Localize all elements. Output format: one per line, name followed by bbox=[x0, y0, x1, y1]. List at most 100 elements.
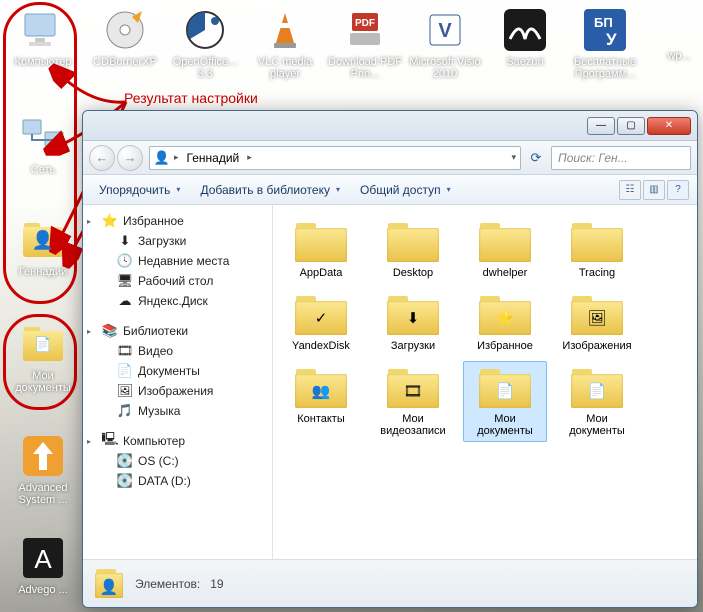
desktop-icon-openoffice[interactable]: OpenOffice... 3.3 bbox=[166, 6, 244, 80]
help-button[interactable]: ? bbox=[667, 180, 689, 200]
nav-item[interactable]: ⬇Загрузки bbox=[83, 231, 272, 251]
desktop-label: OpenOffice... 3.3 bbox=[166, 56, 244, 80]
app-icon: A bbox=[19, 534, 67, 582]
share-button[interactable]: Общий доступ bbox=[352, 180, 459, 200]
downloads-icon: ⬇ bbox=[117, 233, 133, 249]
maximize-button[interactable]: ▢ bbox=[617, 117, 645, 135]
add-to-library-button[interactable]: Добавить в библиотеку bbox=[192, 180, 348, 200]
svg-text:У: У bbox=[606, 30, 617, 49]
desktop-label: Бесплатные Программ... bbox=[566, 56, 644, 80]
folder-icon: ⬇ bbox=[385, 293, 441, 337]
nav-item[interactable]: 💽DATA (D:) bbox=[83, 471, 272, 491]
desktop-icon-cdburner[interactable]: CDBurnerXP bbox=[86, 6, 164, 68]
content-pane[interactable]: AppData Desktop dwhelper Tracing ✓ YandexDisk… bbox=[273, 205, 697, 559]
svg-text:V: V bbox=[438, 20, 452, 42]
chevron-right-icon: ▸ bbox=[174, 152, 179, 163]
chevron-down-icon[interactable]: ▾ bbox=[511, 152, 516, 163]
folder-label: YandexDisk bbox=[284, 340, 358, 352]
folder-item[interactable]: 👥 Контакты bbox=[279, 361, 363, 442]
titlebar[interactable]: — ▢ ✕ bbox=[83, 111, 697, 141]
folder-label: Desktop bbox=[376, 267, 450, 279]
status-elements-count: 19 bbox=[210, 577, 223, 591]
nav-favorites[interactable]: ▸⭐Избранное bbox=[83, 211, 272, 231]
star-icon: ⭐ bbox=[102, 213, 118, 229]
folder-item[interactable]: 📄Мои документы bbox=[463, 361, 547, 442]
desktop-icon-vlc[interactable]: VLC media player bbox=[246, 6, 324, 80]
nav-item[interactable]: 💽OS (C:) bbox=[83, 451, 272, 471]
folder-icon: 👥 bbox=[293, 366, 349, 410]
folder-item[interactable]: 🖼 Изображения bbox=[555, 288, 639, 357]
app-icon bbox=[101, 6, 149, 54]
toolbar: Упорядочить Добавить в библиотеку Общий … bbox=[83, 175, 697, 205]
desktop-icon-pdfprint[interactable]: PDF Download PDF Prin... bbox=[326, 6, 404, 80]
folder-icon: ⭐ bbox=[477, 293, 533, 337]
app-icon bbox=[261, 6, 309, 54]
nav-libraries[interactable]: ▸📚Библиотеки bbox=[83, 321, 272, 341]
desktop-label: VLC media player bbox=[246, 56, 324, 80]
svg-text:A: A bbox=[34, 544, 52, 574]
desktop-icon: 🖥 bbox=[117, 273, 133, 289]
desktop-icon-saezuri[interactable]: Saezuri bbox=[486, 6, 564, 68]
address-bar[interactable]: 👤 ▸ Геннадий ▸ ▾ bbox=[149, 146, 521, 170]
nav-item[interactable]: 🎞Видео bbox=[83, 341, 272, 361]
desktop-label: Saezuri bbox=[486, 56, 564, 68]
nav-item[interactable]: 📄Документы bbox=[83, 361, 272, 381]
navbar: ← → 👤 ▸ Геннадий ▸ ▾ ⟳ Поиск: Ген... bbox=[83, 141, 697, 175]
drive-icon: 💽 bbox=[117, 453, 133, 469]
close-button[interactable]: ✕ bbox=[647, 117, 691, 135]
folder-icon: ✓ bbox=[293, 293, 349, 337]
app-icon bbox=[19, 432, 67, 480]
folder-item[interactable]: 🎞Мои видеозаписи bbox=[371, 361, 455, 442]
preview-pane-button[interactable]: ▥ bbox=[643, 180, 665, 200]
desktop-icon-advanced[interactable]: Advanced System ... bbox=[4, 432, 82, 506]
computer-icon: 🖳 bbox=[102, 433, 118, 449]
pictures-icon: 🖼 bbox=[117, 383, 133, 399]
folder-item[interactable]: dwhelper bbox=[463, 215, 547, 284]
organize-button[interactable]: Упорядочить bbox=[91, 180, 188, 200]
folder-item[interactable]: Desktop bbox=[371, 215, 455, 284]
desktop-icon-wp[interactable]: wp... bbox=[656, 50, 702, 62]
folder-item[interactable]: Tracing bbox=[555, 215, 639, 284]
nav-item[interactable]: 🖥Рабочий стол bbox=[83, 271, 272, 291]
search-input[interactable]: Поиск: Ген... bbox=[551, 146, 691, 170]
recent-icon: 🕓 bbox=[117, 253, 133, 269]
view-button[interactable]: ☷ bbox=[619, 180, 641, 200]
folder-item[interactable]: AppData bbox=[279, 215, 363, 284]
forward-button[interactable]: → bbox=[117, 145, 143, 171]
folder-label: AppData bbox=[284, 267, 358, 279]
folder-icon bbox=[385, 220, 441, 264]
documents-icon: 📄 bbox=[117, 363, 133, 379]
breadcrumb-item[interactable]: Геннадий bbox=[183, 151, 244, 165]
desktop-icon-visio[interactable]: V Microsoft Visio 2010 bbox=[406, 6, 484, 80]
desktop-label: Microsoft Visio 2010 bbox=[406, 56, 484, 80]
folder-item[interactable]: ⬇Загрузки bbox=[371, 288, 455, 357]
folder-icon: 🖼 bbox=[569, 293, 625, 337]
folder-item[interactable]: 📄Мои документы bbox=[555, 361, 639, 442]
library-icon: 📚 bbox=[102, 323, 118, 339]
folder-icon bbox=[293, 220, 349, 264]
nav-item[interactable]: 🕓Недавние места bbox=[83, 251, 272, 271]
search-placeholder: Поиск: Ген... bbox=[558, 151, 628, 165]
folder-item[interactable]: ✓ YandexDisk bbox=[279, 288, 363, 357]
folder-icon: 📄 bbox=[477, 366, 533, 410]
nav-pane[interactable]: ▸⭐Избранное ⬇Загрузки 🕓Недавние места 🖥Р… bbox=[83, 205, 273, 559]
desktop-icon-bpu[interactable]: БПУ Бесплатные Программ... bbox=[566, 6, 644, 80]
refresh-button[interactable]: ⟳ bbox=[525, 147, 547, 169]
back-button[interactable]: ← bbox=[89, 145, 115, 171]
folder-icon bbox=[569, 220, 625, 264]
drive-icon: 💽 bbox=[117, 473, 133, 489]
folder-label: Изображения bbox=[560, 340, 634, 352]
nav-item[interactable]: 🎵Музыка bbox=[83, 401, 272, 421]
folder-icon bbox=[477, 220, 533, 264]
music-icon: 🎵 bbox=[117, 403, 133, 419]
explorer-window: — ▢ ✕ ← → 👤 ▸ Геннадий ▸ ▾ ⟳ Поиск: Ген.… bbox=[82, 110, 698, 608]
desktop-icon-advego[interactable]: A Advego ... bbox=[4, 534, 82, 596]
nav-item[interactable]: ☁Яндекс.Диск bbox=[83, 291, 272, 311]
folder-label: Контакты bbox=[284, 413, 358, 425]
folder-item[interactable]: ⭐Избранное bbox=[463, 288, 547, 357]
minimize-button[interactable]: — bbox=[587, 117, 615, 135]
nav-computer[interactable]: ▸🖳Компьютер bbox=[83, 431, 272, 451]
nav-item[interactable]: 🖼Изображения bbox=[83, 381, 272, 401]
app-icon: V bbox=[421, 6, 469, 54]
folder-label: Tracing bbox=[560, 267, 634, 279]
